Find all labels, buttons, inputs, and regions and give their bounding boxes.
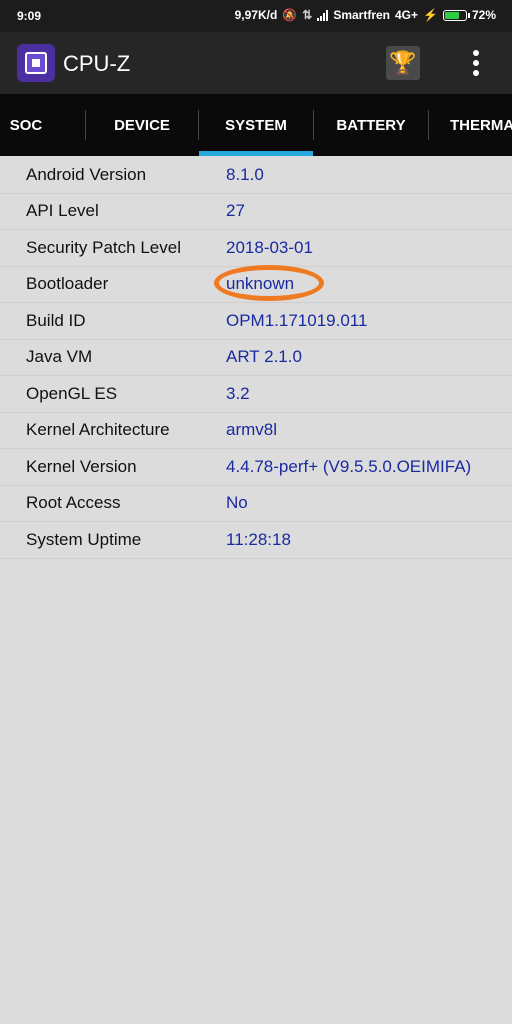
system-info-list: Android Version 8.1.0 API Level 27 Securit…: [0, 157, 512, 559]
row-value: OPM1.171019.011: [226, 310, 368, 330]
tab-thermal[interactable]: THERMA: [429, 94, 512, 156]
row-java-vm: Java VM ART 2.1.0: [0, 340, 512, 376]
tab-soc[interactable]: SOC: [0, 94, 52, 156]
row-root-access: Root Access No: [0, 486, 512, 522]
row-label: Security Patch Level: [26, 237, 181, 257]
app-bar: CPU-Z 🏆: [0, 32, 512, 94]
row-value: unknown: [226, 274, 295, 294]
carrier-name: Smartfren: [333, 8, 390, 22]
status-bar: 9:09 9,97K/d 🔕 ⇅ Smartfren 4G+ ⚡ 72%: [0, 0, 512, 32]
battery-fill: [444, 11, 460, 19]
tab-bar: SOC DEVICE SYSTEM BATTERY THERMA: [0, 94, 512, 156]
row-value: 3.2: [226, 383, 250, 403]
row-value: 4.4.78-perf+ (V9.5.5.0.OEIMIFA): [226, 456, 472, 476]
row-value: armv8l: [226, 420, 278, 440]
alarm-off-icon: 🔕: [282, 8, 298, 22]
row-label: Kernel Architecture: [26, 420, 170, 440]
row-label: Android Version: [26, 164, 147, 184]
app-title: CPU-Z: [63, 51, 131, 76]
row-value: 2018-03-01: [226, 237, 313, 257]
row-value: 8.1.0: [226, 164, 264, 184]
row-label: API Level: [26, 201, 99, 221]
signal-icon: [317, 9, 329, 21]
row-value: 11:28:18: [226, 529, 291, 549]
row-value: No: [226, 493, 248, 513]
row-value: 27: [226, 201, 245, 221]
row-opengl-es: OpenGL ES 3.2: [0, 376, 512, 413]
battery-icon: [442, 9, 470, 21]
row-bootloader: Bootloader unknown: [0, 264, 512, 303]
row-kernel-version: Kernel Version 4.4.78-perf+ (V9.5.5.0.OEI…: [0, 449, 512, 486]
row-system-uptime: System Uptime 11:28:18: [0, 522, 512, 559]
row-android-version: Android Version 8.1.0: [0, 157, 512, 194]
tab-system[interactable]: SYSTEM: [199, 94, 313, 156]
overflow-menu-icon[interactable]: [466, 48, 486, 78]
row-security-patch: Security Patch Level 2018-03-01: [0, 230, 512, 267]
status-right: 9,97K/d 🔕 ⇅ Smartfren 4G+ ⚡ 72%: [235, 8, 496, 22]
row-kernel-architecture: Kernel Architecture armv8l: [0, 413, 512, 449]
data-arrows-icon: ⇅: [302, 8, 313, 22]
row-label: Build ID: [26, 310, 86, 330]
battery-percent: 72%: [471, 8, 496, 22]
row-label: System Uptime: [26, 529, 142, 549]
row-label: Java VM: [26, 347, 93, 367]
tab-battery[interactable]: BATTERY: [314, 94, 428, 156]
network-type: 4G+: [395, 8, 419, 22]
row-label: Bootloader: [26, 274, 109, 294]
row-build-id: Build ID OPM1.171019.011: [0, 303, 512, 340]
network-speed: 9,97K/d: [234, 8, 278, 22]
row-label: OpenGL ES: [26, 383, 118, 403]
charging-icon: ⚡: [423, 8, 438, 22]
row-label: Kernel Version: [26, 456, 137, 476]
row-value: ART 2.1.0: [226, 347, 302, 367]
trophy-icon[interactable]: 🏆: [386, 46, 420, 80]
status-time: 9:09: [17, 9, 42, 23]
cpu-z-logo-icon: [17, 44, 55, 82]
tab-device[interactable]: DEVICE: [86, 94, 198, 156]
row-api-level: API Level 27: [0, 194, 512, 230]
row-label: Root Access: [26, 493, 121, 513]
